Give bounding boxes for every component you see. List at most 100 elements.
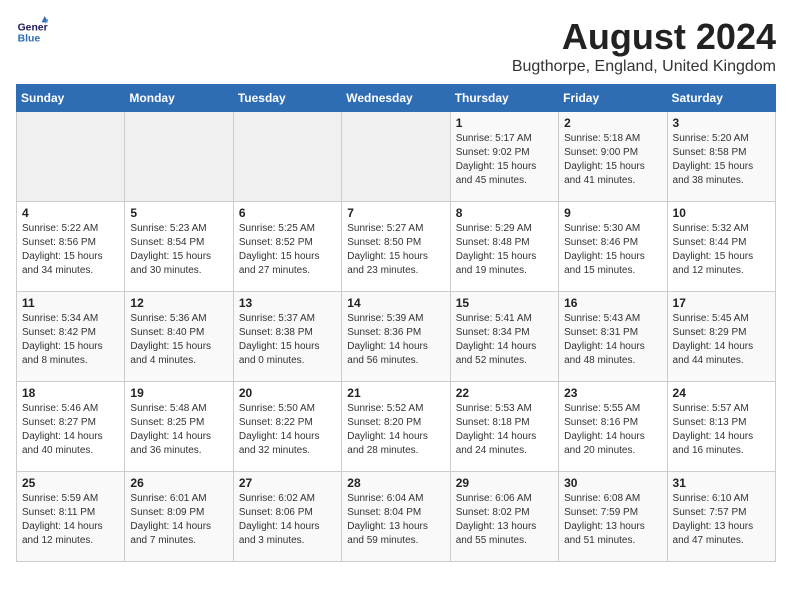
day-cell	[233, 112, 341, 202]
title-block: August 2024 Bugthorpe, England, United K…	[512, 16, 776, 76]
header: General Blue August 2024 Bugthorpe, Engl…	[16, 16, 776, 76]
header-row: Sunday Monday Tuesday Wednesday Thursday…	[17, 85, 776, 112]
day-cell: 1 Sunrise: 5:17 AM Sunset: 9:02 PM Daylig…	[450, 112, 558, 202]
calendar-table: Sunday Monday Tuesday Wednesday Thursday…	[16, 84, 776, 562]
day-number: 2	[564, 116, 661, 130]
day-info: Sunrise: 5:59 AM Sunset: 8:11 PM Dayligh…	[22, 492, 119, 548]
day-cell: 14 Sunrise: 5:39 AM Sunset: 8:36 PM Dayli…	[342, 292, 450, 382]
day-info: Sunrise: 6:08 AM Sunset: 7:59 PM Dayligh…	[564, 492, 661, 548]
day-number: 12	[130, 296, 227, 310]
day-number: 29	[456, 476, 553, 490]
day-number: 21	[347, 386, 444, 400]
day-cell: 28Sunrise: 6:04 AM Sunset: 8:04 PM Dayli…	[342, 472, 450, 562]
day-number: 24	[673, 386, 770, 400]
month-title: August 2024	[512, 16, 776, 58]
day-cell: 10 Sunrise: 5:32 AM Sunset: 8:44 PM Dayli…	[667, 202, 775, 292]
day-number: 27	[239, 476, 336, 490]
day-cell: 27Sunrise: 6:02 AM Sunset: 8:06 PM Dayli…	[233, 472, 341, 562]
logo: General Blue	[16, 16, 48, 48]
day-info: Sunrise: 5:52 AM Sunset: 8:20 PM Dayligh…	[347, 402, 444, 458]
day-info: Sunrise: 6:10 AM Sunset: 7:57 PM Dayligh…	[673, 492, 770, 548]
day-info: Sunrise: 5:41 AM Sunset: 8:34 PM Dayligh…	[456, 312, 553, 368]
day-cell: 17 Sunrise: 5:45 AM Sunset: 8:29 PM Dayli…	[667, 292, 775, 382]
day-info: Sunrise: 5:57 AM Sunset: 8:13 PM Dayligh…	[673, 402, 770, 458]
day-cell: 24 Sunrise: 5:57 AM Sunset: 8:13 PM Dayli…	[667, 382, 775, 472]
day-cell: 18 Sunrise: 5:46 AM Sunset: 8:27 PM Dayli…	[17, 382, 125, 472]
day-number: 31	[673, 476, 770, 490]
day-number: 15	[456, 296, 553, 310]
day-info: Sunrise: 5:36 AM Sunset: 8:40 PM Dayligh…	[130, 312, 227, 368]
col-sunday: Sunday	[17, 85, 125, 112]
day-number: 13	[239, 296, 336, 310]
day-info: Sunrise: 5:43 AM Sunset: 8:31 PM Dayligh…	[564, 312, 661, 368]
day-number: 10	[673, 206, 770, 220]
day-cell: 19 Sunrise: 5:48 AM Sunset: 8:25 PM Dayli…	[125, 382, 233, 472]
day-cell: 20Sunrise: 5:50 AM Sunset: 8:22 PM Dayli…	[233, 382, 341, 472]
day-info: Sunrise: 5:50 AM Sunset: 8:22 PM Dayligh…	[239, 402, 336, 458]
day-cell: 25 Sunrise: 5:59 AM Sunset: 8:11 PM Dayli…	[17, 472, 125, 562]
location-title: Bugthorpe, England, United Kingdom	[512, 58, 776, 76]
day-number: 16	[564, 296, 661, 310]
day-number: 6	[239, 206, 336, 220]
day-cell: 5 Sunrise: 5:23 AM Sunset: 8:54 PM Daylig…	[125, 202, 233, 292]
day-cell: 7Sunrise: 5:27 AM Sunset: 8:50 PM Daylig…	[342, 202, 450, 292]
day-cell: 8 Sunrise: 5:29 AM Sunset: 8:48 PM Daylig…	[450, 202, 558, 292]
day-number: 30	[564, 476, 661, 490]
day-info: Sunrise: 5:55 AM Sunset: 8:16 PM Dayligh…	[564, 402, 661, 458]
day-info: Sunrise: 5:17 AM Sunset: 9:02 PM Dayligh…	[456, 132, 553, 188]
day-number: 8	[456, 206, 553, 220]
day-info: Sunrise: 5:32 AM Sunset: 8:44 PM Dayligh…	[673, 222, 770, 278]
day-info: Sunrise: 5:45 AM Sunset: 8:29 PM Dayligh…	[673, 312, 770, 368]
day-cell: 31 Sunrise: 6:10 AM Sunset: 7:57 PM Dayli…	[667, 472, 775, 562]
svg-text:Blue: Blue	[18, 34, 41, 45]
day-number: 1	[456, 116, 553, 130]
day-info: Sunrise: 5:20 AM Sunset: 8:58 PM Dayligh…	[673, 132, 770, 188]
day-cell: 13 Sunrise: 5:37 AM Sunset: 8:38 PM Dayli…	[233, 292, 341, 382]
day-number: 14	[347, 296, 444, 310]
day-info: Sunrise: 6:01 AM Sunset: 8:09 PM Dayligh…	[130, 492, 227, 548]
week-row-5: 25 Sunrise: 5:59 AM Sunset: 8:11 PM Dayli…	[17, 472, 776, 562]
col-saturday: Saturday	[667, 85, 775, 112]
day-info: Sunrise: 5:48 AM Sunset: 8:25 PM Dayligh…	[130, 402, 227, 458]
day-cell: 12 Sunrise: 5:36 AM Sunset: 8:40 PM Dayli…	[125, 292, 233, 382]
day-info: Sunrise: 5:39 AM Sunset: 8:36 PM Dayligh…	[347, 312, 444, 368]
day-cell: 4Sunrise: 5:22 AM Sunset: 8:56 PM Daylig…	[17, 202, 125, 292]
day-info: Sunrise: 6:04 AM Sunset: 8:04 PM Dayligh…	[347, 492, 444, 548]
week-row-4: 18 Sunrise: 5:46 AM Sunset: 8:27 PM Dayli…	[17, 382, 776, 472]
day-number: 25	[22, 476, 119, 490]
logo-icon: General Blue	[16, 16, 48, 48]
day-number: 11	[22, 296, 119, 310]
day-number: 17	[673, 296, 770, 310]
day-info: Sunrise: 5:27 AM Sunset: 8:50 PM Dayligh…	[347, 222, 444, 278]
day-number: 18	[22, 386, 119, 400]
day-cell: 9Sunrise: 5:30 AM Sunset: 8:46 PM Daylig…	[559, 202, 667, 292]
day-number: 3	[673, 116, 770, 130]
day-info: Sunrise: 5:23 AM Sunset: 8:54 PM Dayligh…	[130, 222, 227, 278]
week-row-1: 1 Sunrise: 5:17 AM Sunset: 9:02 PM Daylig…	[17, 112, 776, 202]
day-info: Sunrise: 5:30 AM Sunset: 8:46 PM Dayligh…	[564, 222, 661, 278]
day-cell: 30 Sunrise: 6:08 AM Sunset: 7:59 PM Dayli…	[559, 472, 667, 562]
day-info: Sunrise: 5:22 AM Sunset: 8:56 PM Dayligh…	[22, 222, 119, 278]
day-info: Sunrise: 5:53 AM Sunset: 8:18 PM Dayligh…	[456, 402, 553, 458]
day-info: Sunrise: 5:29 AM Sunset: 8:48 PM Dayligh…	[456, 222, 553, 278]
day-number: 19	[130, 386, 227, 400]
day-cell	[17, 112, 125, 202]
day-info: Sunrise: 5:37 AM Sunset: 8:38 PM Dayligh…	[239, 312, 336, 368]
svg-text:General: General	[18, 22, 48, 33]
day-cell: 15 Sunrise: 5:41 AM Sunset: 8:34 PM Dayli…	[450, 292, 558, 382]
day-info: Sunrise: 5:34 AM Sunset: 8:42 PM Dayligh…	[22, 312, 119, 368]
day-cell	[342, 112, 450, 202]
week-row-2: 4Sunrise: 5:22 AM Sunset: 8:56 PM Daylig…	[17, 202, 776, 292]
col-tuesday: Tuesday	[233, 85, 341, 112]
col-thursday: Thursday	[450, 85, 558, 112]
col-friday: Friday	[559, 85, 667, 112]
day-number: 5	[130, 206, 227, 220]
day-info: Sunrise: 5:18 AM Sunset: 9:00 PM Dayligh…	[564, 132, 661, 188]
day-info: Sunrise: 5:46 AM Sunset: 8:27 PM Dayligh…	[22, 402, 119, 458]
day-number: 26	[130, 476, 227, 490]
day-cell: 3 Sunrise: 5:20 AM Sunset: 8:58 PM Daylig…	[667, 112, 775, 202]
day-cell: 21 Sunrise: 5:52 AM Sunset: 8:20 PM Dayli…	[342, 382, 450, 472]
day-number: 22	[456, 386, 553, 400]
day-cell: 16 Sunrise: 5:43 AM Sunset: 8:31 PM Dayli…	[559, 292, 667, 382]
day-cell: 26 Sunrise: 6:01 AM Sunset: 8:09 PM Dayli…	[125, 472, 233, 562]
